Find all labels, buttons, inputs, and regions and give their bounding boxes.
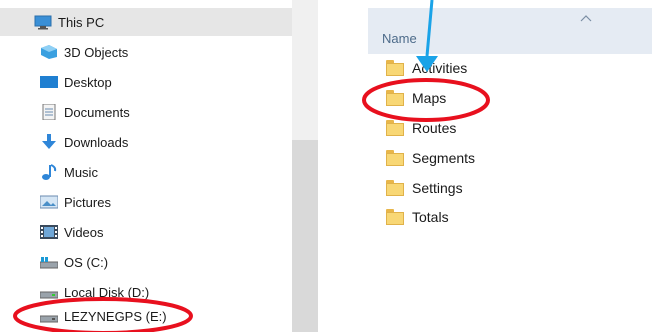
folder-item-maps[interactable]: Maps bbox=[386, 85, 446, 111]
sort-ascending-icon bbox=[580, 10, 592, 22]
nav-item-desktop[interactable]: Desktop bbox=[0, 68, 292, 96]
nav-item-videos[interactable]: Videos bbox=[0, 218, 292, 246]
scroll-track-upper bbox=[292, 8, 318, 140]
nav-scrollbar[interactable] bbox=[292, 0, 318, 332]
nav-item-label: LEZYNEGPS (E:) bbox=[64, 308, 167, 324]
folder-item-routes[interactable]: Routes bbox=[386, 115, 456, 141]
videos-icon bbox=[40, 224, 58, 240]
folder-name: Maps bbox=[412, 90, 447, 106]
pictures-icon bbox=[39, 194, 59, 210]
name-column-header[interactable]: Name bbox=[368, 8, 652, 54]
folder-name: Activities bbox=[412, 60, 468, 76]
scroll-thumb[interactable] bbox=[292, 140, 318, 332]
file-list-pane: Name Activities Maps Routes Segments Set… bbox=[368, 0, 652, 332]
disk-drive-icon bbox=[39, 284, 59, 300]
os-drive-icon bbox=[39, 254, 59, 270]
nav-item-downloads[interactable]: Downloads bbox=[0, 128, 292, 156]
nav-item-label: Desktop bbox=[64, 74, 112, 90]
folder-icon bbox=[386, 150, 404, 166]
3d-objects-icon bbox=[40, 44, 58, 60]
nav-item-label: Documents bbox=[64, 104, 130, 120]
folder-name: Settings bbox=[412, 180, 463, 196]
folder-icon bbox=[386, 209, 404, 225]
nav-item-label: 3D Objects bbox=[64, 44, 129, 60]
folder-item-activities[interactable]: Activities bbox=[386, 55, 467, 81]
navigation-pane: This PC 3D Objects Desktop Documents Dow… bbox=[0, 0, 318, 332]
nav-item-label: Pictures bbox=[64, 194, 111, 210]
folder-name: Routes bbox=[412, 120, 457, 136]
folder-name: Totals bbox=[412, 209, 449, 225]
nav-item-label: Music bbox=[64, 164, 98, 180]
nav-item-pictures[interactable]: Pictures bbox=[0, 188, 292, 216]
documents-icon bbox=[40, 103, 58, 121]
downloads-icon bbox=[40, 134, 58, 150]
nav-item-label: Local Disk (D:) bbox=[64, 284, 150, 300]
computer-icon bbox=[34, 14, 52, 30]
nav-item-3d-objects[interactable]: 3D Objects bbox=[0, 38, 292, 66]
folder-icon bbox=[386, 90, 404, 106]
nav-item-lezynegps[interactable]: LEZYNEGPS (E:) bbox=[0, 302, 292, 330]
folder-item-totals[interactable]: Totals bbox=[386, 204, 449, 230]
nav-item-os-drive[interactable]: OS (C:) bbox=[0, 248, 292, 276]
name-column-label: Name bbox=[382, 31, 417, 46]
usb-drive-icon bbox=[39, 308, 59, 324]
nav-item-documents[interactable]: Documents bbox=[0, 98, 292, 126]
nav-item-this-pc[interactable]: This PC bbox=[0, 8, 292, 36]
nav-item-music[interactable]: Music bbox=[0, 158, 292, 186]
folder-item-segments[interactable]: Segments bbox=[386, 145, 475, 171]
folder-icon bbox=[386, 180, 404, 196]
nav-item-label: Downloads bbox=[64, 134, 129, 150]
folder-item-settings[interactable]: Settings bbox=[386, 175, 463, 201]
nav-item-label: This PC bbox=[58, 14, 105, 30]
nav-item-label: OS (C:) bbox=[64, 254, 109, 270]
folder-icon bbox=[386, 60, 404, 76]
nav-item-label: Videos bbox=[64, 224, 104, 240]
folder-name: Segments bbox=[412, 150, 476, 166]
desktop-icon bbox=[40, 74, 58, 90]
music-icon bbox=[40, 164, 58, 180]
folder-icon bbox=[386, 120, 404, 136]
